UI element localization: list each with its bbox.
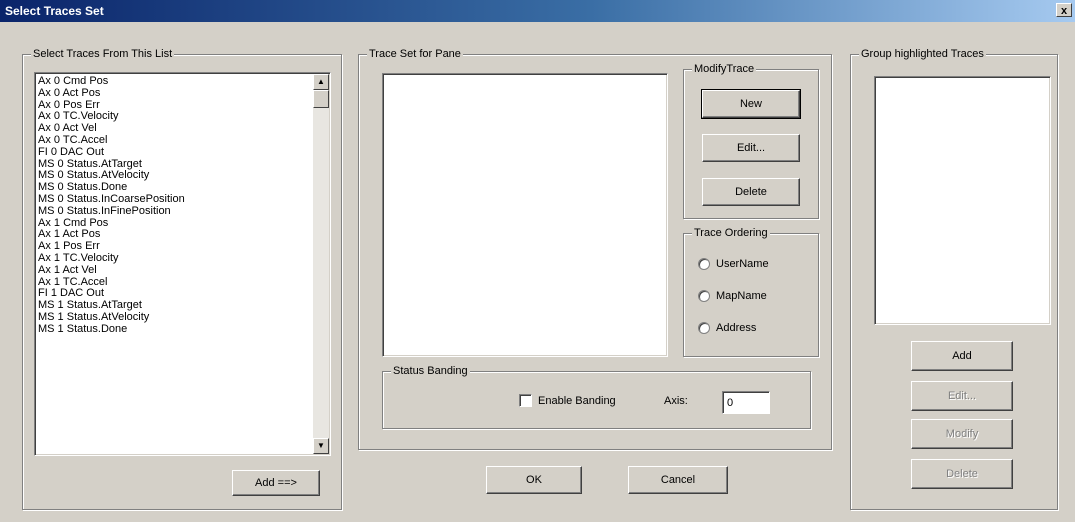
radio-icon (698, 258, 710, 270)
group-modify-button[interactable]: Modify (911, 419, 1013, 449)
delete-trace-button[interactable]: Delete (702, 178, 800, 206)
order-address-label: Address (716, 322, 757, 334)
edit-trace-button[interactable]: Edit... (702, 134, 800, 162)
add-trace-button[interactable]: Add ==> (232, 470, 320, 496)
scroll-thumb[interactable] (313, 90, 329, 108)
group-edit-button[interactable]: Edit... (911, 381, 1013, 411)
list-item[interactable]: MS 1 Status.Done (38, 323, 327, 335)
enable-banding-label: Enable Banding (538, 394, 616, 407)
list-item[interactable]: MS 0 Status.AtTarget (38, 158, 327, 170)
list-item[interactable]: Ax 1 Act Vel (38, 264, 327, 276)
list-item[interactable]: MS 1 Status.AtVelocity (38, 311, 327, 323)
traces-list: Ax 0 Cmd Pos Ax 0 Act Pos Ax 0 Pos Err Ax 0… (35, 73, 330, 337)
status-banding-legend: Status Banding (391, 364, 470, 378)
trace-ordering-group: Trace Ordering UserName MapName Address (683, 226, 819, 357)
list-item[interactable]: FI 1 DAC Out (38, 287, 327, 299)
vertical-scrollbar[interactable]: ▲ ▼ (313, 74, 329, 454)
group-traces-group: Group highlighted Traces Add Edit... Mod… (850, 47, 1058, 510)
list-item[interactable]: Ax 1 TC.Accel (38, 276, 327, 288)
list-item[interactable]: Ax 0 Act Pos (38, 87, 327, 99)
status-banding-group: Status Banding Enable Banding Axis: (382, 364, 811, 429)
list-item[interactable]: Ax 0 TC.Velocity (38, 110, 327, 122)
axis-label: Axis: (664, 395, 688, 407)
radio-icon (698, 290, 710, 302)
list-item[interactable]: MS 0 Status.InFinePosition (38, 205, 327, 217)
trace-ordering-legend: Trace Ordering (692, 226, 770, 240)
select-traces-group: Select Traces From This List Ax 0 Cmd Po… (22, 47, 342, 510)
order-username-radio[interactable]: UserName (698, 258, 769, 270)
group-add-button[interactable]: Add (911, 341, 1013, 371)
select-traces-legend: Select Traces From This List (31, 47, 175, 61)
list-item[interactable]: Ax 1 Act Pos (38, 228, 327, 240)
scroll-down-icon[interactable]: ▼ (313, 438, 329, 454)
cancel-button[interactable]: Cancel (628, 466, 728, 494)
new-trace-button[interactable]: New (701, 89, 801, 119)
list-item[interactable]: Ax 0 TC.Accel (38, 134, 327, 146)
close-icon[interactable]: x (1056, 3, 1072, 17)
ok-button[interactable]: OK (486, 466, 582, 494)
list-item[interactable]: Ax 1 TC.Velocity (38, 252, 327, 264)
traces-listbox[interactable]: Ax 0 Cmd Pos Ax 0 Act Pos Ax 0 Pos Err Ax 0… (34, 72, 331, 456)
list-item[interactable]: MS 0 Status.Done (38, 181, 327, 193)
window-title: Select Traces Set (5, 4, 104, 18)
modify-trace-group: ModifyTrace New Edit... Delete (683, 62, 819, 219)
order-address-radio[interactable]: Address (698, 322, 756, 334)
list-item[interactable]: MS 0 Status.InCoarsePosition (38, 193, 327, 205)
order-username-label: UserName (716, 258, 769, 270)
order-mapname-label: MapName (716, 290, 767, 302)
list-item[interactable]: FI 0 DAC Out (38, 146, 327, 158)
list-item[interactable]: MS 0 Status.AtVelocity (38, 169, 327, 181)
list-item[interactable]: Ax 0 Pos Err (38, 99, 327, 111)
enable-banding-checkbox[interactable]: Enable Banding (519, 394, 616, 407)
trace-set-group: Trace Set for Pane ModifyTrace New Edit.… (358, 47, 832, 450)
list-item[interactable]: Ax 1 Pos Err (38, 240, 327, 252)
modify-trace-legend: ModifyTrace (692, 62, 757, 76)
list-item[interactable]: Ax 0 Act Vel (38, 122, 327, 134)
group-traces-legend: Group highlighted Traces (859, 47, 986, 61)
trace-set-legend: Trace Set for Pane (367, 47, 463, 61)
list-item[interactable]: MS 1 Status.AtTarget (38, 299, 327, 311)
scroll-up-icon[interactable]: ▲ (313, 74, 329, 90)
title-bar: Select Traces Set x (0, 0, 1075, 22)
list-item[interactable]: Ax 1 Cmd Pos (38, 217, 327, 229)
group-delete-button[interactable]: Delete (911, 459, 1013, 489)
checkbox-icon (519, 394, 532, 407)
axis-input[interactable] (722, 391, 770, 414)
order-mapname-radio[interactable]: MapName (698, 290, 767, 302)
trace-set-listbox[interactable] (382, 73, 668, 357)
radio-icon (698, 322, 710, 334)
list-item[interactable]: Ax 0 Cmd Pos (38, 75, 327, 87)
group-traces-listbox[interactable] (874, 76, 1051, 325)
